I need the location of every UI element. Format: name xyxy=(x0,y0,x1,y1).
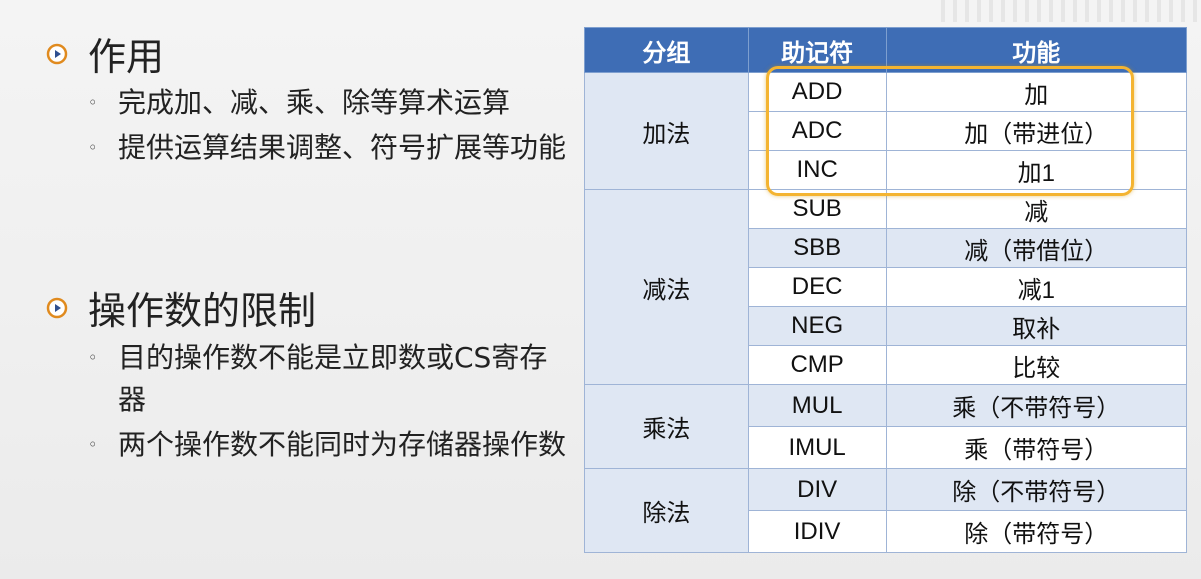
function-cell: 除（带符号） xyxy=(885,510,1188,553)
mnemonic-cell: NEG xyxy=(747,306,887,346)
bullet-text: 完成加、减、乘、除等算术运算 xyxy=(118,86,511,119)
bullet-text: 提供运算结果调整、符号扩展等功能 xyxy=(118,131,567,164)
function-cell: 加 xyxy=(885,72,1188,112)
bullet-text: 两个操作数不能同时为存储器操作数 xyxy=(118,428,567,461)
table-row: 减法 SUB 减 xyxy=(584,189,1188,385)
function-cell: 取补 xyxy=(885,306,1188,346)
sub-bullet-icon: ◦ xyxy=(88,348,98,367)
bullet-item: ◦ 提供运算结果调整、符号扩展等功能 xyxy=(88,127,573,169)
sub-bullet-icon: ◦ xyxy=(88,93,98,112)
corner-decoration xyxy=(941,0,1201,22)
section-title-operand-limits: 操作数的限制 xyxy=(46,280,316,335)
sub-bullet-icon: ◦ xyxy=(88,435,98,454)
content-panel: 作用 ◦ 完成加、减、乘、除等算术运算 ◦ 提供运算结果调整、符号扩展等功能 操… xyxy=(0,0,580,579)
header-mnemonic: 助记符 xyxy=(747,27,887,73)
function-cell: 加1 xyxy=(885,150,1188,190)
mnemonic-cell: MUL xyxy=(747,384,887,427)
header-function: 功能 xyxy=(885,27,1188,73)
function-cell: 除（不带符号） xyxy=(885,468,1188,511)
mnemonic-cell: ADD xyxy=(747,72,887,112)
group-cell-mul: 乘法 xyxy=(584,384,749,469)
play-bullet-icon xyxy=(46,297,68,318)
bullet-item: ◦ 目的操作数不能是立即数或CS寄存器 xyxy=(88,337,573,421)
table-row: 除法 DIV 除（不带符号） xyxy=(584,468,1188,553)
mnemonic-cell: SBB xyxy=(747,228,887,268)
mnemonic-cell: CMP xyxy=(747,345,887,385)
sub-bullet-icon: ◦ xyxy=(88,138,98,157)
mnemonic-cell: DEC xyxy=(747,267,887,307)
section-title-text: 操作数的限制 xyxy=(88,289,317,333)
section-title-function: 作用 xyxy=(46,26,164,81)
header-group: 分组 xyxy=(584,27,749,73)
group-cell-div: 除法 xyxy=(584,468,749,553)
play-bullet-icon xyxy=(46,43,68,64)
function-cell: 乘（带符号） xyxy=(885,426,1188,469)
function-cell: 乘（不带符号） xyxy=(885,384,1188,427)
mnemonic-cell: ADC xyxy=(747,111,887,151)
group-cell-add: 加法 xyxy=(584,72,749,190)
function-cell: 比较 xyxy=(885,345,1188,385)
function-cell: 减（带借位） xyxy=(885,228,1188,268)
function-cell: 减1 xyxy=(885,267,1188,307)
bullet-item: ◦ 完成加、减、乘、除等算术运算 xyxy=(88,82,573,124)
mnemonic-cell: IMUL xyxy=(747,426,887,469)
mnemonic-cell: SUB xyxy=(747,189,887,229)
arithmetic-instruction-table: 分组 助记符 功能 加法 ADD 加 ADC 加（带进位） INC 加1 减法 … xyxy=(584,27,1188,553)
table-row: 加法 ADD 加 xyxy=(584,72,1188,190)
mnemonic-cell: DIV xyxy=(747,468,887,511)
function-cell: 减 xyxy=(885,189,1188,229)
group-cell-sub: 减法 xyxy=(584,189,749,385)
mnemonic-cell: INC xyxy=(747,150,887,190)
table-row: 乘法 MUL 乘（不带符号） xyxy=(584,384,1188,469)
mnemonic-cell: IDIV xyxy=(747,510,887,553)
table-header-row: 分组 助记符 功能 xyxy=(584,27,1188,73)
bullet-item: ◦ 两个操作数不能同时为存储器操作数 xyxy=(88,424,573,466)
function-cell: 加（带进位） xyxy=(885,111,1188,151)
bullet-text: 目的操作数不能是立即数或CS寄存器 xyxy=(118,341,548,416)
section-title-text: 作用 xyxy=(88,35,165,79)
